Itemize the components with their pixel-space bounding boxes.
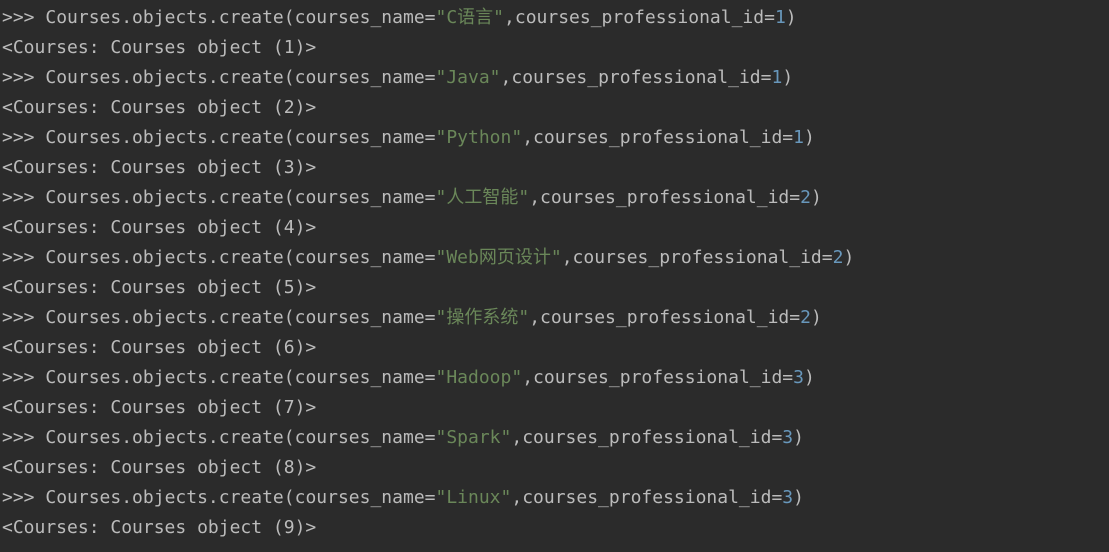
code-prefix: Courses.objects.create(courses_name= bbox=[45, 367, 436, 388]
console-output-line: <Courses: Courses object (5)> bbox=[2, 277, 317, 298]
prompt-marker: >>> bbox=[2, 427, 46, 448]
string-literal: "Java" bbox=[435, 67, 501, 88]
code-prefix: Courses.objects.create(courses_name= bbox=[45, 7, 436, 28]
number-literal: 1 bbox=[771, 67, 783, 88]
console-input-line: >>> Courses.objects.create(courses_name=… bbox=[2, 243, 1109, 273]
string-literal: "Python" bbox=[435, 127, 523, 148]
prompt-marker: >>> bbox=[2, 247, 46, 268]
code-suffix: ) bbox=[803, 127, 815, 148]
console-input-line: >>> Courses.objects.create(courses_name=… bbox=[2, 483, 1109, 513]
code-suffix: ) bbox=[785, 7, 797, 28]
console-input-line: >>> Courses.objects.create(courses_name=… bbox=[2, 123, 1109, 153]
prompt-marker: >>> bbox=[2, 307, 46, 328]
console-input-line: >>> Courses.objects.create(courses_name=… bbox=[2, 303, 1109, 333]
string-literal: "C语言" bbox=[435, 7, 505, 28]
console-output-line: <Courses: Courses object (8)> bbox=[2, 457, 317, 478]
console-input-line: >>> Courses.objects.create(courses_name=… bbox=[2, 363, 1109, 393]
code-suffix: ) bbox=[810, 187, 822, 208]
number-literal: 1 bbox=[793, 127, 804, 148]
console-output-line: <Courses: Courses object (1)> bbox=[2, 37, 317, 58]
string-literal: "Web网页设计" bbox=[435, 247, 562, 268]
console-input-line: >>> Courses.objects.create(courses_name=… bbox=[2, 183, 1109, 213]
string-literal: "Hadoop" bbox=[435, 367, 523, 388]
code-mid: ,courses_professional_id= bbox=[504, 7, 775, 28]
console-output-line: <Courses: Courses object (3)> bbox=[2, 157, 317, 178]
code-prefix: Courses.objects.create(courses_name= bbox=[45, 427, 436, 448]
console-output-line: <Courses: Courses object (7)> bbox=[2, 397, 317, 418]
console-input-line: >>> Courses.objects.create(courses_name=… bbox=[2, 63, 1109, 93]
number-literal: 1 bbox=[774, 7, 786, 28]
code-mid: ,courses_professional_id= bbox=[500, 67, 772, 88]
code-prefix: Courses.objects.create(courses_name= bbox=[45, 67, 436, 88]
prompt-marker: >>> bbox=[2, 187, 46, 208]
code-mid: ,courses_professional_id= bbox=[522, 127, 794, 148]
code-mid: ,courses_professional_id= bbox=[522, 367, 794, 388]
code-suffix: ) bbox=[793, 427, 804, 448]
code-mid: ,courses_professional_id= bbox=[529, 187, 801, 208]
number-literal: 3 bbox=[782, 487, 794, 508]
number-literal: 3 bbox=[793, 367, 804, 388]
code-prefix: Courses.objects.create(courses_name= bbox=[45, 487, 436, 508]
console-output-line: <Courses: Courses object (4)> bbox=[2, 217, 317, 238]
prompt-marker: >>> bbox=[2, 7, 46, 28]
console-output-line: <Courses: Courses object (2)> bbox=[2, 97, 317, 118]
code-prefix: Courses.objects.create(courses_name= bbox=[45, 127, 436, 148]
console-output-line: <Courses: Courses object (6)> bbox=[2, 337, 317, 358]
console-input-line: >>> Courses.objects.create(courses_name=… bbox=[2, 423, 1109, 453]
code-mid: ,courses_professional_id= bbox=[561, 247, 833, 268]
string-literal: "操作系统" bbox=[435, 307, 530, 328]
string-literal: "Linux" bbox=[435, 487, 512, 508]
python-console[interactable]: >>> Courses.objects.create(courses_name=… bbox=[0, 0, 1109, 552]
prompt-marker: >>> bbox=[2, 127, 46, 148]
number-literal: 3 bbox=[782, 427, 794, 448]
code-suffix: ) bbox=[803, 367, 815, 388]
string-literal: "人工智能" bbox=[435, 187, 530, 208]
number-literal: 2 bbox=[800, 187, 811, 208]
code-mid: ,courses_professional_id= bbox=[511, 427, 783, 448]
code-suffix: ) bbox=[782, 67, 794, 88]
prompt-marker: >>> bbox=[2, 67, 46, 88]
code-mid: ,courses_professional_id= bbox=[529, 307, 801, 328]
code-mid: ,courses_professional_id= bbox=[511, 487, 783, 508]
code-suffix: ) bbox=[810, 307, 822, 328]
code-suffix: ) bbox=[793, 487, 804, 508]
prompt-marker: >>> bbox=[2, 367, 46, 388]
console-input-line: >>> Courses.objects.create(courses_name=… bbox=[2, 3, 1109, 33]
number-literal: 2 bbox=[800, 307, 811, 328]
code-prefix: Courses.objects.create(courses_name= bbox=[45, 307, 436, 328]
prompt-marker: >>> bbox=[2, 487, 46, 508]
code-prefix: Courses.objects.create(courses_name= bbox=[45, 247, 436, 268]
code-prefix: Courses.objects.create(courses_name= bbox=[45, 187, 436, 208]
code-suffix: ) bbox=[843, 247, 855, 268]
console-output-line: <Courses: Courses object (9)> bbox=[2, 517, 317, 538]
string-literal: "Spark" bbox=[435, 427, 512, 448]
number-literal: 2 bbox=[832, 247, 844, 268]
